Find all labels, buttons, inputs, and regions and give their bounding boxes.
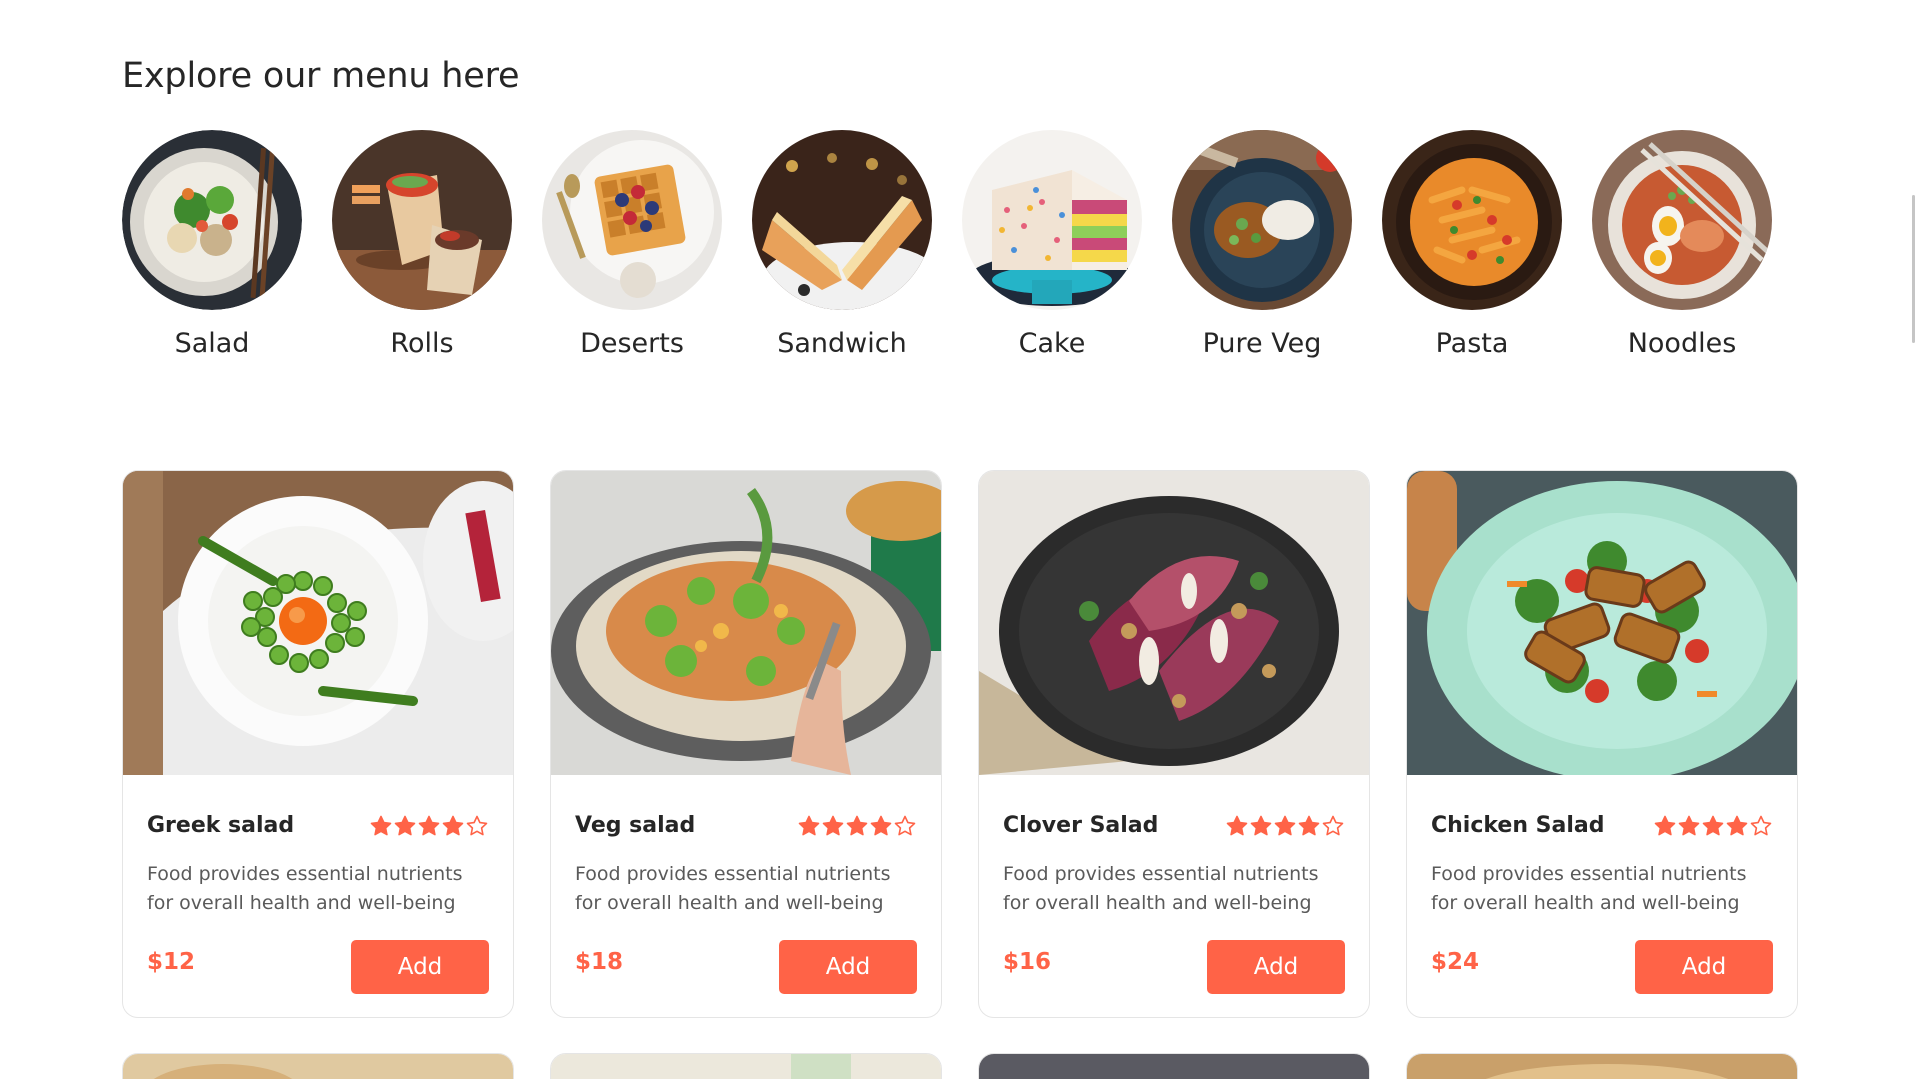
category-label: Rolls bbox=[390, 328, 454, 359]
category-image-rolls bbox=[332, 130, 512, 310]
star-empty-icon bbox=[466, 815, 488, 835]
star-filled-icon bbox=[394, 815, 416, 835]
food-card-greek-salad[interactable]: Greek salad Food provides essential nutr… bbox=[122, 470, 514, 1018]
category-label: Sandwich bbox=[777, 328, 907, 359]
star-filled-icon bbox=[1702, 815, 1724, 835]
star-empty-icon bbox=[1750, 815, 1772, 835]
star-filled-icon bbox=[846, 815, 868, 835]
food-info: Chicken Salad Food provides essential nu… bbox=[1407, 813, 1797, 994]
food-info: Clover Salad Food provides essential nut… bbox=[979, 813, 1369, 994]
food-card-partial[interactable] bbox=[978, 1053, 1370, 1079]
category-label: Deserts bbox=[580, 328, 684, 359]
food-name: Chicken Salad bbox=[1431, 813, 1605, 838]
food-card-clover-salad[interactable]: Clover Salad Food provides essential nut… bbox=[978, 470, 1370, 1018]
category-label: Pasta bbox=[1435, 328, 1509, 359]
star-filled-icon bbox=[370, 815, 392, 835]
category-image-deserts bbox=[542, 130, 722, 310]
category-label: Salad bbox=[174, 328, 250, 359]
food-image-clover-salad bbox=[979, 471, 1369, 775]
star-filled-icon bbox=[418, 815, 440, 835]
star-filled-icon bbox=[1678, 815, 1700, 835]
food-info: Veg salad Food provides essential nutrie… bbox=[551, 813, 941, 994]
page-scrollbar[interactable] bbox=[1906, 0, 1918, 1079]
food-card-partial[interactable] bbox=[122, 1053, 514, 1079]
food-price: $18 bbox=[575, 949, 624, 975]
food-name: Clover Salad bbox=[1003, 813, 1159, 838]
add-button[interactable]: Add bbox=[1207, 940, 1345, 994]
star-empty-icon bbox=[894, 815, 916, 835]
category-image-pure-veg bbox=[1172, 130, 1352, 310]
add-button[interactable]: Add bbox=[779, 940, 917, 994]
category-deserts[interactable]: Deserts bbox=[542, 130, 722, 359]
category-sandwich[interactable]: Sandwich bbox=[752, 130, 932, 359]
category-salad[interactable]: Salad bbox=[122, 130, 302, 359]
category-cake[interactable]: Cake bbox=[962, 130, 1142, 359]
category-image-pasta bbox=[1382, 130, 1562, 310]
star-filled-icon bbox=[442, 815, 464, 835]
rating-stars bbox=[369, 814, 489, 838]
category-image-sandwich bbox=[752, 130, 932, 310]
page: Explore our menu here Salad Rolls Desert… bbox=[0, 0, 1918, 1079]
category-list: Salad Rolls Deserts Sandwich Cake Pure V… bbox=[122, 130, 1772, 359]
star-filled-icon bbox=[1726, 815, 1748, 835]
food-description: Food provides essential nutrients for ov… bbox=[575, 863, 891, 914]
category-image-noodles bbox=[1592, 130, 1772, 310]
food-name: Greek salad bbox=[147, 813, 295, 838]
star-filled-icon bbox=[1274, 815, 1296, 835]
category-label: Cake bbox=[1018, 328, 1086, 359]
star-filled-icon bbox=[822, 815, 844, 835]
add-button[interactable]: Add bbox=[1635, 940, 1773, 994]
category-label: Pure Veg bbox=[1202, 328, 1322, 359]
food-grid: Greek salad Food provides essential nutr… bbox=[122, 470, 1798, 1018]
category-pasta[interactable]: Pasta bbox=[1382, 130, 1562, 359]
food-description: Food provides essential nutrients for ov… bbox=[1003, 863, 1319, 914]
food-price: $12 bbox=[147, 949, 196, 975]
category-image-salad bbox=[122, 130, 302, 310]
food-price: $24 bbox=[1431, 949, 1480, 975]
scrollbar-thumb[interactable] bbox=[1912, 195, 1915, 343]
food-card-partial[interactable] bbox=[550, 1053, 942, 1079]
star-empty-icon bbox=[1322, 815, 1344, 835]
rating-stars bbox=[1225, 814, 1345, 838]
category-label: Noodles bbox=[1627, 328, 1737, 359]
food-card-chicken-salad[interactable]: Chicken Salad Food provides essential nu… bbox=[1406, 470, 1798, 1018]
star-filled-icon bbox=[1226, 815, 1248, 835]
category-pure-veg[interactable]: Pure Veg bbox=[1172, 130, 1352, 359]
rating-stars bbox=[1653, 814, 1773, 838]
category-noodles[interactable]: Noodles bbox=[1592, 130, 1772, 359]
food-info: Greek salad Food provides essential nutr… bbox=[123, 813, 513, 994]
food-image-greek-salad bbox=[123, 471, 513, 775]
food-image-veg-salad bbox=[551, 471, 941, 775]
category-image-cake bbox=[962, 130, 1142, 310]
star-filled-icon bbox=[1298, 815, 1320, 835]
food-price: $16 bbox=[1003, 949, 1052, 975]
menu-heading: Explore our menu here bbox=[122, 56, 520, 96]
food-name: Veg salad bbox=[575, 813, 696, 838]
add-button[interactable]: Add bbox=[351, 940, 489, 994]
star-filled-icon bbox=[870, 815, 892, 835]
rating-stars bbox=[797, 814, 917, 838]
food-card-veg-salad[interactable]: Veg salad Food provides essential nutrie… bbox=[550, 470, 942, 1018]
food-description: Food provides essential nutrients for ov… bbox=[147, 863, 463, 914]
food-description: Food provides essential nutrients for ov… bbox=[1431, 863, 1747, 914]
food-card-partial[interactable] bbox=[1406, 1053, 1798, 1079]
next-food-row bbox=[122, 1053, 1798, 1079]
star-filled-icon bbox=[1654, 815, 1676, 835]
food-image-chicken-salad bbox=[1407, 471, 1797, 775]
star-filled-icon bbox=[798, 815, 820, 835]
star-filled-icon bbox=[1250, 815, 1272, 835]
category-rolls[interactable]: Rolls bbox=[332, 130, 512, 359]
